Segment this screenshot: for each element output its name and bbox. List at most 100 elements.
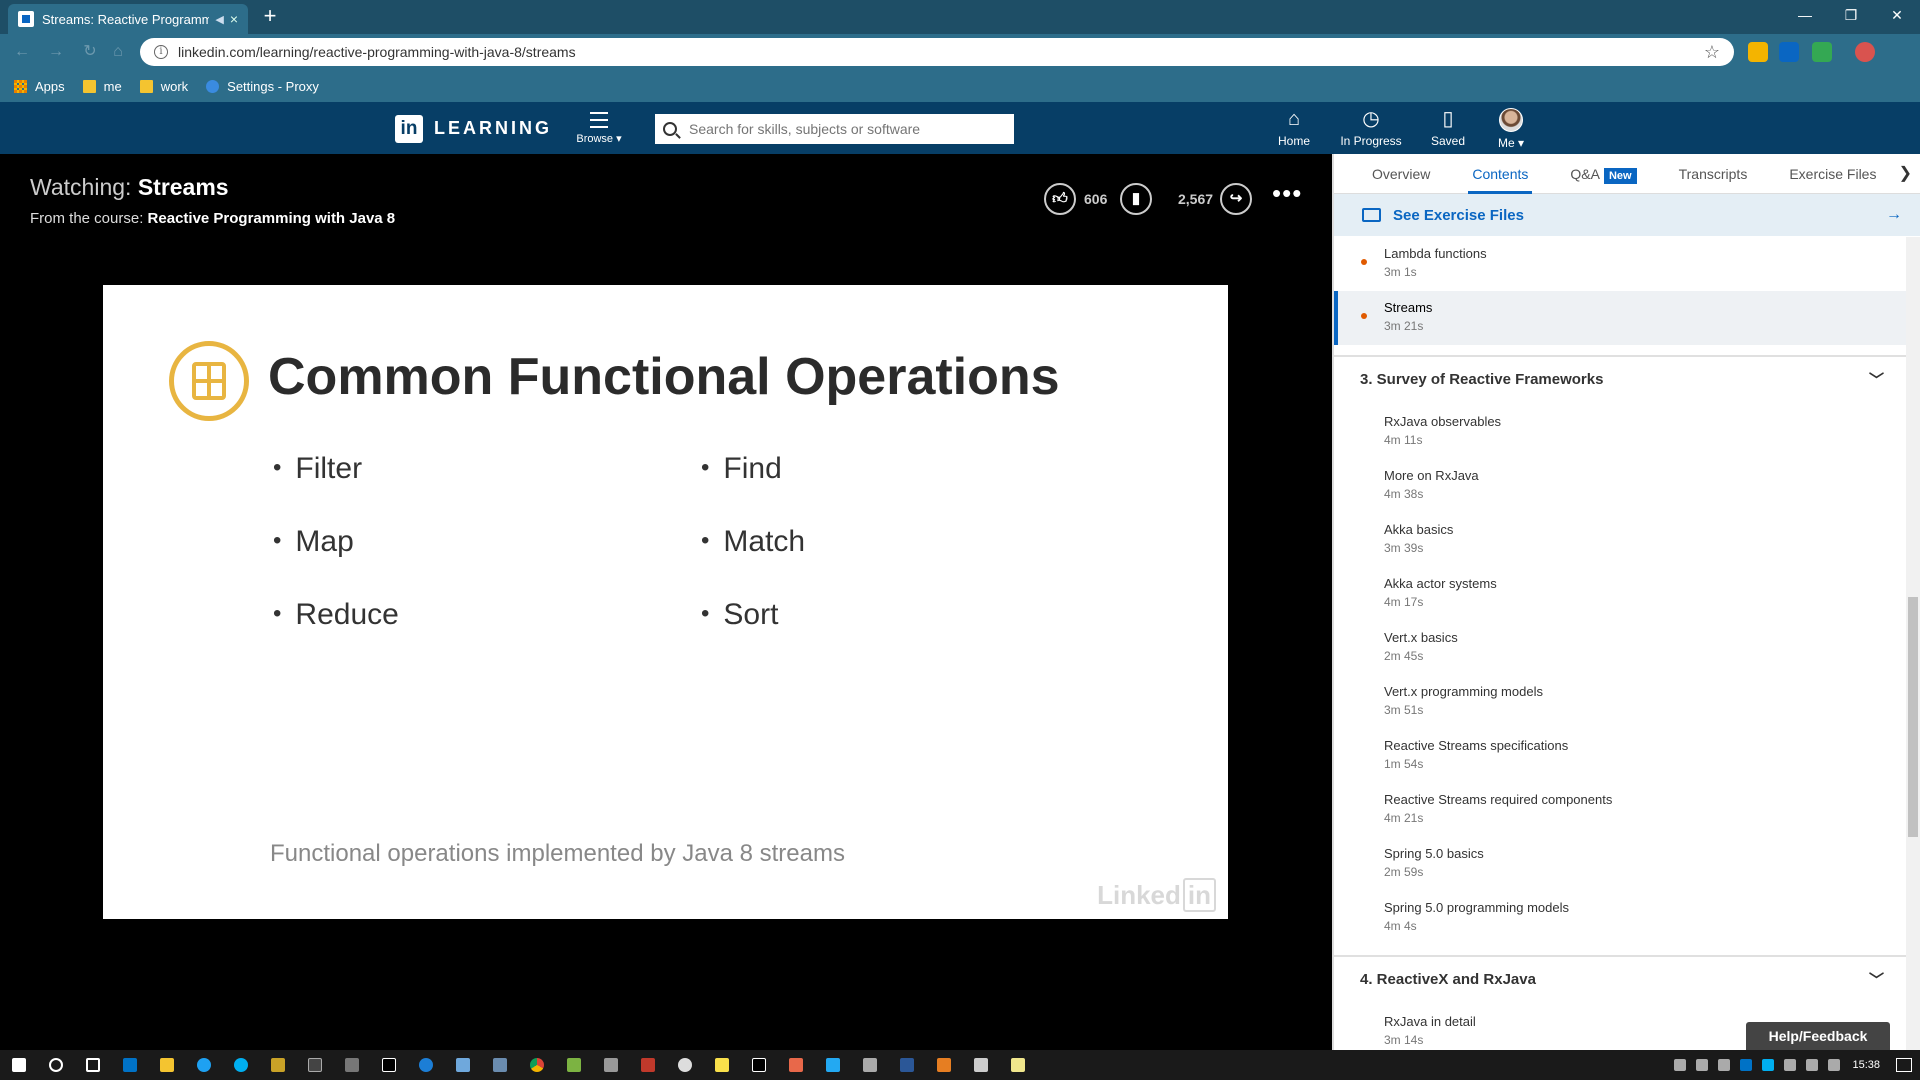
tab-overview[interactable]: Overview bbox=[1372, 154, 1430, 194]
list-item[interactable]: Reactive Streams specifications 1m 54s bbox=[1334, 729, 1906, 783]
intellij-icon[interactable] bbox=[740, 1050, 777, 1080]
address-bar[interactable]: i linkedin.com/learning/reactive-program… bbox=[140, 38, 1734, 66]
app-icon[interactable] bbox=[888, 1050, 925, 1080]
chevron-down-icon[interactable]: ﹀ bbox=[1869, 369, 1884, 390]
app-icon[interactable] bbox=[629, 1050, 666, 1080]
battery-icon[interactable] bbox=[1784, 1059, 1797, 1071]
notepad-icon[interactable] bbox=[999, 1050, 1036, 1080]
window-close-button[interactable]: ✕ bbox=[1874, 0, 1920, 30]
app-icon[interactable] bbox=[555, 1050, 592, 1080]
video-frame[interactable]: Common Functional Operations Filter Map … bbox=[103, 285, 1228, 919]
list-item-current[interactable]: Streams 3m 21s bbox=[1334, 291, 1906, 345]
section-header[interactable]: 3. Survey of Reactive Frameworks ﹀ bbox=[1334, 355, 1906, 405]
bookmark-work[interactable]: work bbox=[139, 79, 188, 94]
browse-menu[interactable]: Browse ▾ bbox=[566, 110, 632, 145]
intellij-icon[interactable] bbox=[370, 1050, 407, 1080]
restore-button[interactable]: ❐ bbox=[1828, 0, 1874, 30]
list-item[interactable]: Vert.x basics 2m 45s bbox=[1334, 621, 1906, 675]
more-options-icon[interactable]: ••• bbox=[1272, 180, 1302, 206]
see-exercise-files-link[interactable]: See Exercise Files → bbox=[1334, 194, 1920, 236]
tab-contents[interactable]: Contents bbox=[1468, 154, 1533, 194]
extension-badge-icon[interactable] bbox=[1812, 42, 1832, 62]
vscode-icon[interactable] bbox=[814, 1050, 851, 1080]
list-item[interactable]: Lambda functions 3m 1s bbox=[1334, 237, 1906, 291]
notifications-icon[interactable] bbox=[1896, 1058, 1912, 1072]
app-icon[interactable] bbox=[444, 1050, 481, 1080]
new-tab-button[interactable]: + bbox=[258, 5, 282, 29]
list-item[interactable]: More on RxJava 4m 38s bbox=[1334, 459, 1906, 513]
home-icon[interactable]: ⌂ bbox=[108, 42, 128, 62]
chrome-icon[interactable] bbox=[518, 1050, 555, 1080]
wifi-icon[interactable] bbox=[1718, 1059, 1731, 1071]
browser-tab[interactable]: Streams: Reactive Programm ◀ × bbox=[8, 4, 248, 34]
help-feedback-button[interactable]: Help/Feedback bbox=[1746, 1022, 1890, 1050]
app-icon[interactable] bbox=[925, 1050, 962, 1080]
reload-icon[interactable]: ↻ bbox=[80, 42, 100, 62]
app-icon[interactable] bbox=[777, 1050, 814, 1080]
list-item[interactable]: RxJava observables 4m 11s bbox=[1334, 405, 1906, 459]
skype-tray-icon[interactable] bbox=[1762, 1059, 1775, 1071]
outlook-icon[interactable] bbox=[111, 1050, 148, 1080]
bookmark-icon[interactable]: ▮ bbox=[1120, 183, 1152, 215]
windows-start-icon[interactable] bbox=[0, 1050, 37, 1080]
chevron-up-icon[interactable] bbox=[1696, 1059, 1709, 1071]
scrollbar-thumb[interactable] bbox=[1908, 597, 1918, 837]
nav-saved[interactable]: ▯ Saved bbox=[1428, 108, 1468, 148]
info-icon[interactable]: i bbox=[154, 45, 168, 59]
app-icon[interactable] bbox=[407, 1050, 444, 1080]
nav-home[interactable]: ⌂ Home bbox=[1276, 108, 1312, 148]
nav-in-progress[interactable]: ◷ In Progress bbox=[1336, 108, 1406, 148]
list-item[interactable]: Akka actor systems 4m 17s bbox=[1334, 567, 1906, 621]
search-input[interactable] bbox=[689, 121, 1006, 137]
section-header[interactable]: 4. ReactiveX and RxJava ﹀ bbox=[1334, 955, 1906, 1005]
nav-me[interactable]: Me ▾ bbox=[1494, 108, 1528, 150]
tab-close-icon[interactable]: × bbox=[230, 11, 238, 27]
bookmark-me[interactable]: me bbox=[82, 79, 122, 94]
app-icon[interactable] bbox=[259, 1050, 296, 1080]
chevron-down-icon[interactable]: ﹀ bbox=[1869, 969, 1884, 990]
list-item[interactable]: Akka basics 3m 39s bbox=[1334, 513, 1906, 567]
extension-icon[interactable] bbox=[1748, 42, 1768, 62]
share-icon[interactable]: ↪ bbox=[1220, 183, 1252, 215]
speaker-icon[interactable]: ◀ bbox=[215, 13, 223, 26]
forward-arrow-icon[interactable]: → bbox=[46, 42, 66, 62]
clock-time[interactable]: 15:38 bbox=[1852, 1059, 1880, 1071]
tab-qa[interactable]: Q&A New bbox=[1570, 154, 1637, 194]
network-icon[interactable] bbox=[1806, 1059, 1819, 1071]
app-icon[interactable] bbox=[851, 1050, 888, 1080]
bookmark-settings-proxy[interactable]: Settings - Proxy bbox=[206, 79, 319, 94]
ie-icon[interactable] bbox=[185, 1050, 222, 1080]
bookmark-apps[interactable]: Apps bbox=[14, 79, 65, 94]
list-item[interactable]: Reactive Streams required components 4m 2… bbox=[1334, 783, 1906, 837]
search-box[interactable] bbox=[655, 114, 1014, 144]
list-item[interactable]: Vert.x programming models 3m 51s bbox=[1334, 675, 1906, 729]
app-icon[interactable] bbox=[333, 1050, 370, 1080]
volume-icon[interactable] bbox=[1828, 1059, 1841, 1071]
app-icon[interactable] bbox=[481, 1050, 518, 1080]
people-icon[interactable] bbox=[1674, 1059, 1687, 1071]
app-icon[interactable] bbox=[592, 1050, 629, 1080]
thumbs-up-icon[interactable]: 👍︎ bbox=[1044, 183, 1076, 215]
course-title[interactable]: Reactive Programming with Java 8 bbox=[148, 210, 396, 227]
outlook-tray-icon[interactable] bbox=[1740, 1059, 1753, 1071]
search-icon[interactable] bbox=[37, 1050, 74, 1080]
task-view-icon[interactable] bbox=[74, 1050, 111, 1080]
linkedin-extension-icon[interactable] bbox=[1779, 42, 1799, 62]
file-explorer-icon[interactable] bbox=[148, 1050, 185, 1080]
profile-extension-icon[interactable] bbox=[1855, 42, 1875, 62]
bookmark-star-icon[interactable]: ☆ bbox=[1704, 42, 1720, 63]
learning-logo-text[interactable]: LEARNING bbox=[434, 118, 552, 139]
minimize-button[interactable]: — bbox=[1782, 0, 1828, 30]
list-item[interactable]: Spring 5.0 programming models 4m 4s bbox=[1334, 891, 1906, 945]
app-icon[interactable] bbox=[666, 1050, 703, 1080]
skype-icon[interactable] bbox=[222, 1050, 259, 1080]
terminal-icon[interactable] bbox=[296, 1050, 333, 1080]
linkedin-logo-icon[interactable]: in bbox=[395, 115, 423, 143]
sticky-notes-icon[interactable] bbox=[703, 1050, 740, 1080]
scrollbar[interactable] bbox=[1906, 237, 1920, 1050]
back-arrow-icon[interactable]: ← bbox=[12, 42, 32, 62]
list-item[interactable]: Spring 5.0 basics 2m 59s bbox=[1334, 837, 1906, 891]
tab-exercise-files[interactable]: Exercise Files bbox=[1789, 154, 1876, 194]
tab-transcripts[interactable]: Transcripts bbox=[1679, 154, 1748, 194]
chevron-right-icon[interactable]: ❯ bbox=[1899, 154, 1912, 194]
